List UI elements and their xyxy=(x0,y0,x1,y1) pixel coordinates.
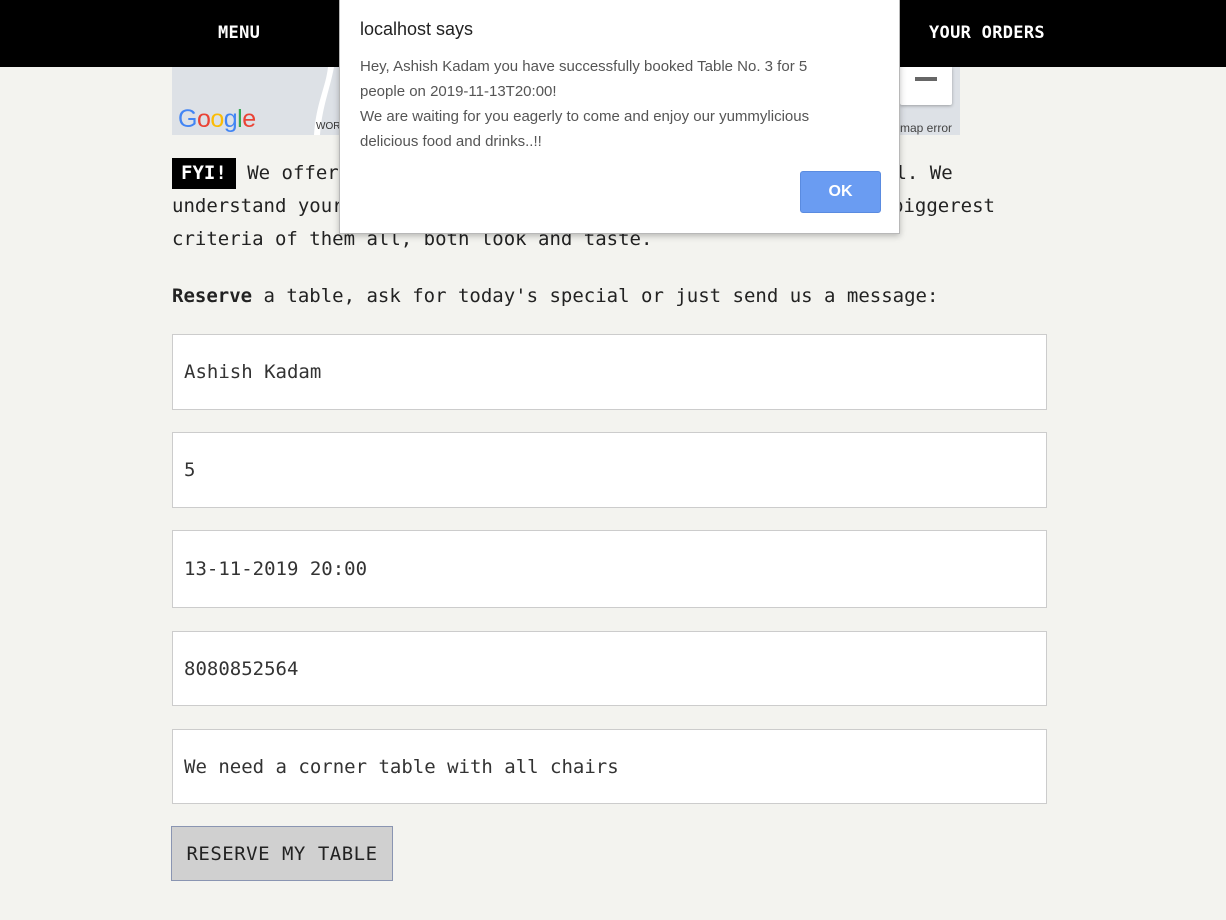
reserve-rest: a table, ask for today's special or just… xyxy=(252,285,939,307)
dialog-line-4: delicious food and drinks..!! xyxy=(360,133,542,150)
intro-line1-start: We offer xyxy=(247,162,339,184)
alert-dialog: localhost says Hey, Ashish Kadam you hav… xyxy=(339,0,900,234)
people-count-input[interactable] xyxy=(172,432,1047,508)
intro-line2-end: biggerest xyxy=(892,195,995,217)
datetime-input[interactable] xyxy=(172,530,1047,608)
reserve-bold: Reserve xyxy=(172,285,253,307)
ok-button[interactable]: OK xyxy=(800,171,881,213)
nav-menu-link[interactable]: MENU xyxy=(218,0,260,67)
map-error-link[interactable]: map error xyxy=(900,121,952,135)
google-logo: Google xyxy=(178,105,256,133)
zoom-out-button[interactable] xyxy=(900,67,952,105)
reserve-prompt: Reserve a table, ask for today's special… xyxy=(172,281,938,311)
map-label: WOR xyxy=(316,121,341,132)
fyi-badge: FYI! xyxy=(172,158,236,189)
name-input[interactable] xyxy=(172,334,1047,410)
phone-input[interactable] xyxy=(172,631,1047,706)
dialog-line-2: people on 2019-11-13T20:00! xyxy=(360,83,557,100)
reserve-my-table-button[interactable]: RESERVE MY TABLE xyxy=(171,826,393,881)
dialog-title: localhost says xyxy=(360,19,474,39)
intro-line2-start: understand your xyxy=(172,195,344,217)
message-input[interactable] xyxy=(172,729,1047,804)
nav-your-orders-link[interactable]: YOUR ORDERS xyxy=(929,0,1045,67)
dialog-line-3: We are waiting for you eagerly to come a… xyxy=(360,108,810,125)
dialog-message: Hey, Ashish Kadam you have successfully … xyxy=(360,54,880,154)
dialog-line-1: Hey, Ashish Kadam you have successfully … xyxy=(360,58,808,75)
